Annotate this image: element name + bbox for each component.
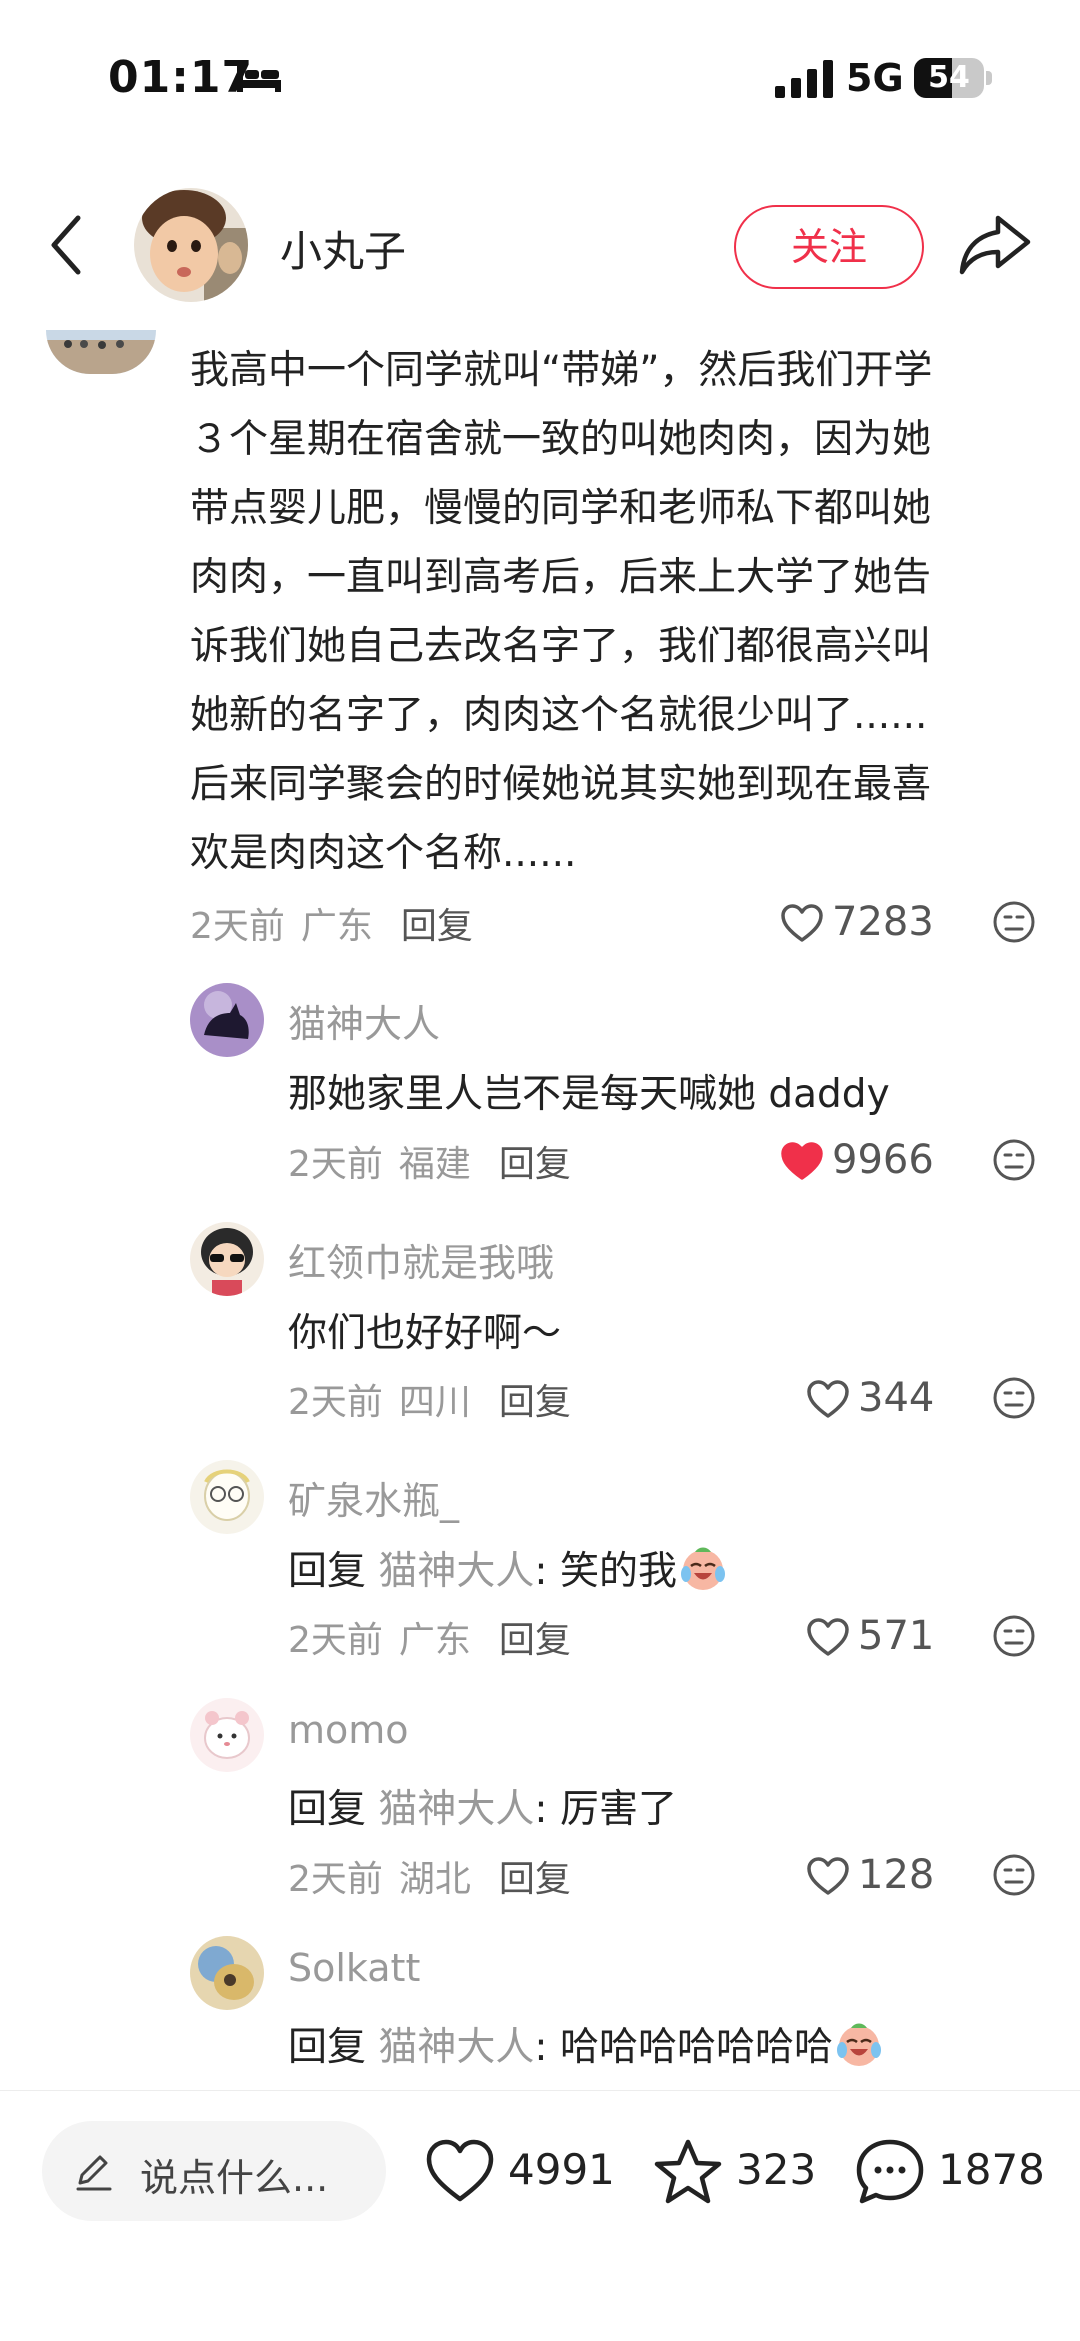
back-icon[interactable]	[44, 210, 94, 280]
heart-icon	[807, 1857, 849, 1895]
signal-icon	[775, 60, 833, 98]
reply-button[interactable]: 回复	[499, 1859, 571, 1900]
like-count: 7283	[832, 899, 934, 945]
sleep-mode-icon	[237, 66, 281, 92]
comment-input-placeholder: 说点什么...	[140, 2156, 329, 2200]
star-icon	[654, 2139, 722, 2204]
reply-prefix: 回复	[288, 1549, 379, 1594]
reply-target[interactable]: 猫神大人	[378, 1787, 534, 1832]
follow-button[interactable]: 关注	[734, 205, 924, 289]
share-icon[interactable]	[958, 212, 1032, 278]
comment-icon	[856, 2139, 924, 2204]
reply-body: : 笑的我	[534, 1549, 677, 1594]
main-comment-text[interactable]: 我高中一个同学就叫“带娣”，然后我们开学 ３个星期在宿舍就一致的叫她肉肉，因为她…	[190, 336, 1040, 888]
reply-username[interactable]: 矿泉水瓶_	[288, 1470, 459, 1525]
main-comment-line: 我高中一个同学就叫“带娣”，然后我们开学	[190, 348, 933, 393]
header-username[interactable]: 小丸子	[280, 218, 406, 279]
reply-meta: 2天前 湖北 回复	[288, 1850, 571, 1902]
like-count: 344	[858, 1375, 935, 1421]
reply-avatar[interactable]	[190, 1222, 264, 1296]
network-type: 5G	[846, 56, 904, 100]
heart-icon	[807, 1380, 849, 1418]
main-comment-line: 后来同学聚会的时候她说其实她到现在最喜	[190, 762, 932, 807]
reply-username[interactable]: 猫神大人	[288, 993, 440, 1048]
heart-icon	[807, 1618, 849, 1656]
reply-button[interactable]: 回复	[401, 906, 473, 947]
reply-location: 四川	[398, 1382, 471, 1423]
dislike-icon[interactable]	[992, 900, 1036, 944]
battery-level: 54	[928, 60, 970, 95]
reply-meta: 2天前 福建 回复	[288, 1135, 571, 1187]
reply-prefix: 回复	[288, 2025, 379, 2070]
reply-time: 2天前	[288, 1859, 383, 1900]
comment-count: 1878	[938, 2145, 1045, 2194]
favorite-count: 323	[736, 2145, 817, 2194]
dislike-icon[interactable]	[992, 1138, 1036, 1182]
reply-prefix: 回复	[288, 1787, 379, 1832]
status-time: 01:17	[108, 52, 254, 103]
battery-icon: 54	[914, 58, 992, 98]
reply-body: : 厉害了	[534, 1787, 677, 1832]
like-count: 571	[858, 1613, 935, 1659]
main-comment-meta: 2天前 广东 回复	[190, 897, 473, 949]
reply-username[interactable]: Solkatt	[288, 1946, 420, 1990]
reply-avatar[interactable]	[190, 1460, 264, 1534]
reply-text[interactable]: 回复 猫神大人: 哈哈哈哈哈哈哈	[288, 2016, 885, 2072]
reply-meta: 2天前 广东 回复	[288, 1611, 571, 1663]
reply-text[interactable]: 你们也好好啊～	[288, 1302, 561, 1358]
main-comment-line: 她新的名字了，肉肉这个名就很少叫了......	[190, 693, 928, 738]
reply-time: 2天前	[288, 1144, 383, 1185]
comment-input[interactable]: 说点什么...	[42, 2121, 386, 2221]
reply-location: 福建	[398, 1144, 471, 1185]
heart-filled-icon	[781, 1142, 823, 1180]
reply-location: 湖北	[398, 1859, 471, 1900]
dislike-icon[interactable]	[992, 1614, 1036, 1658]
dislike-icon[interactable]	[992, 1853, 1036, 1897]
reply-button[interactable]: 回复	[499, 1144, 571, 1185]
post-like-count: 4991	[508, 2145, 615, 2194]
reply-meta: 2天前 四川 回复	[288, 1373, 571, 1425]
pen-icon	[76, 2155, 112, 2191]
reply-target[interactable]: 猫神大人	[378, 2025, 534, 2070]
reply-time: 2天前	[288, 1382, 383, 1423]
reply-text[interactable]: 回复 猫神大人: 厉害了	[288, 1778, 677, 1834]
reply-avatar[interactable]	[190, 983, 264, 1057]
reply-button[interactable]: 回复	[499, 1620, 571, 1661]
like-count: 128	[858, 1852, 935, 1898]
reply-avatar[interactable]	[190, 1936, 264, 2010]
heart-icon	[426, 2139, 494, 2202]
header: 小丸子 关注	[0, 180, 1080, 310]
reply-text[interactable]: 回复 猫神大人: 笑的我	[288, 1540, 729, 1596]
heart-icon	[781, 904, 823, 942]
reply-username[interactable]: momo	[288, 1708, 409, 1752]
comment-location: 广东	[300, 906, 373, 947]
reply-location: 广东	[398, 1620, 471, 1661]
like-count: 9966	[832, 1137, 934, 1183]
reply-button[interactable]: 回复	[499, 1382, 571, 1423]
reply-username[interactable]: 红领巾就是我哦	[288, 1232, 554, 1287]
reply-avatar[interactable]	[190, 1698, 264, 1772]
reply-text[interactable]: 那她家里人岂不是每天喊她 daddy	[288, 1063, 890, 1119]
crying-laughing-emoji-icon	[836, 2023, 881, 2066]
reply-time: 2天前	[288, 1620, 383, 1661]
comment-time: 2天前	[190, 906, 285, 947]
main-comment-line: 带点婴儿肥，慢慢的同学和老师私下都叫她	[190, 486, 932, 531]
main-comment-line: 诉我们她自己去改名字了，我们都很高兴叫	[190, 624, 932, 669]
status-bar: 01:17 5G 54	[0, 0, 1080, 160]
commenter-avatar[interactable]	[46, 330, 156, 374]
dislike-icon[interactable]	[992, 1376, 1036, 1420]
main-comment-line: 欢是肉肉这个名称......	[190, 831, 577, 876]
reply-target[interactable]: 猫神大人	[378, 1549, 534, 1594]
bottom-bar: 说点什么... 4991 323 1878	[0, 2090, 1080, 2341]
user-avatar[interactable]	[134, 188, 248, 302]
reply-body: : 哈哈哈哈哈哈哈	[534, 2025, 833, 2070]
crying-laughing-emoji-icon	[680, 1547, 725, 1590]
main-comment-line: ３个星期在宿舍就一致的叫她肉肉，因为她	[190, 417, 932, 462]
main-comment-line: 肉肉，一直叫到高考后，后来上大学了她告	[190, 555, 932, 600]
